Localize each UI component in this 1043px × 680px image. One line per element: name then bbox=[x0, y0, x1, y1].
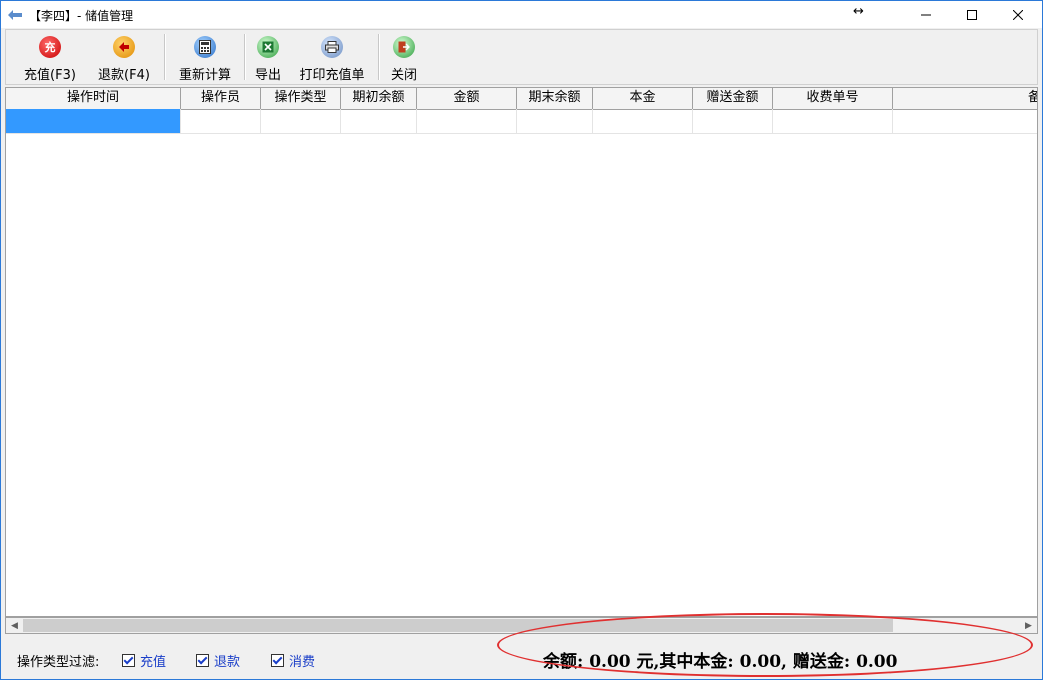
recharge-button[interactable]: 充 充值(F3) bbox=[18, 30, 82, 84]
export-button[interactable]: 导出 bbox=[250, 30, 286, 84]
print-label: 打印充值单 bbox=[299, 68, 365, 83]
column-header-receipt-no[interactable]: 收费单号 bbox=[773, 88, 893, 109]
checkbox-label: 充值 bbox=[140, 655, 167, 670]
table-row[interactable] bbox=[6, 109, 1037, 134]
window-title: 【李四】- 储值管理 bbox=[29, 9, 134, 23]
column-header-bonus[interactable]: 赠送金额 bbox=[693, 88, 773, 109]
table-cell[interactable] bbox=[181, 109, 261, 133]
column-header-principal[interactable]: 本金 bbox=[593, 88, 693, 109]
refund-label: 退款(F4) bbox=[98, 68, 150, 83]
column-header-op-type[interactable]: 操作类型 bbox=[261, 88, 341, 109]
toolbar-separator bbox=[244, 34, 246, 80]
calculator-icon bbox=[194, 36, 216, 58]
checkbox-label: 消费 bbox=[289, 655, 316, 670]
filter-label: 操作类型过滤: bbox=[17, 655, 100, 670]
records-grid[interactable]: 操作时间 操作员 操作类型 期初余额 金额 期末余额 本金 赠送金额 收费单号 … bbox=[5, 87, 1038, 617]
recharge-icon-text: 充 bbox=[44, 41, 56, 54]
filter-recharge-checkbox[interactable]: 充值 bbox=[122, 651, 166, 670]
print-recharge-button[interactable]: 打印充值单 bbox=[294, 30, 370, 84]
scroll-left-button[interactable]: ◀ bbox=[6, 618, 23, 633]
recalculate-button[interactable]: 重新计算 bbox=[172, 30, 238, 84]
close-icon bbox=[1013, 9, 1023, 20]
excel-icon bbox=[257, 36, 279, 58]
table-cell[interactable] bbox=[593, 109, 693, 133]
highlight-ellipse bbox=[497, 613, 1033, 677]
checkbox-icon[interactable] bbox=[271, 654, 284, 667]
checkbox-label: 退款 bbox=[214, 655, 241, 670]
exit-icon bbox=[393, 36, 415, 58]
title-bar[interactable]: 【李四】- 储值管理 ↔ bbox=[1, 1, 1042, 28]
column-header-remark[interactable]: 备 bbox=[893, 88, 1037, 109]
checkbox-icon[interactable] bbox=[122, 654, 135, 667]
close-label: 关闭 bbox=[390, 68, 417, 83]
recharge-icon: 充 bbox=[39, 36, 61, 58]
refund-icon bbox=[113, 36, 135, 58]
toolbar-separator bbox=[164, 34, 166, 80]
column-header-closing-balance[interactable]: 期末余额 bbox=[517, 88, 593, 109]
grid-header: 操作时间 操作员 操作类型 期初余额 金额 期末余额 本金 赠送金额 收费单号 … bbox=[6, 88, 1037, 110]
scroll-right-button[interactable]: ▶ bbox=[1020, 618, 1037, 633]
refund-button[interactable]: 退款(F4) bbox=[92, 30, 156, 84]
export-label: 导出 bbox=[254, 68, 281, 83]
table-cell[interactable] bbox=[517, 109, 593, 133]
table-cell[interactable] bbox=[693, 109, 773, 133]
checkbox-icon[interactable] bbox=[196, 654, 209, 667]
recalculate-label: 重新计算 bbox=[178, 68, 231, 83]
resize-icon: ↔ bbox=[853, 4, 864, 19]
table-cell[interactable] bbox=[773, 109, 893, 133]
app-window: 【李四】- 储值管理 ↔ 充 充值(F3) 退款(F4) 重新计算 导出 打印充… bbox=[0, 0, 1043, 680]
column-header-operator[interactable]: 操作员 bbox=[181, 88, 261, 109]
column-header-amount[interactable]: 金额 bbox=[417, 88, 517, 109]
printer-icon bbox=[321, 36, 343, 58]
column-header-opening-balance[interactable]: 期初余额 bbox=[341, 88, 417, 109]
maximize-button[interactable] bbox=[949, 1, 995, 28]
toolbar-separator bbox=[378, 34, 380, 80]
app-icon bbox=[8, 10, 22, 20]
filter-consume-checkbox[interactable]: 消费 bbox=[271, 651, 315, 670]
close-window-button[interactable] bbox=[995, 1, 1041, 28]
column-header-time[interactable]: 操作时间 bbox=[6, 88, 181, 109]
table-cell[interactable] bbox=[341, 109, 417, 133]
table-cell[interactable] bbox=[417, 109, 517, 133]
table-cell[interactable] bbox=[261, 109, 341, 133]
filter-refund-checkbox[interactable]: 退款 bbox=[196, 651, 240, 670]
toolbar: 充 充值(F3) 退款(F4) 重新计算 导出 打印充值单 关闭 bbox=[5, 29, 1038, 85]
maximize-icon bbox=[967, 9, 977, 20]
minimize-button[interactable] bbox=[903, 1, 949, 28]
selected-cell[interactable] bbox=[6, 109, 181, 133]
recharge-label: 充值(F3) bbox=[24, 68, 76, 83]
minimize-icon bbox=[921, 14, 931, 15]
close-button[interactable]: 关闭 bbox=[386, 30, 422, 84]
